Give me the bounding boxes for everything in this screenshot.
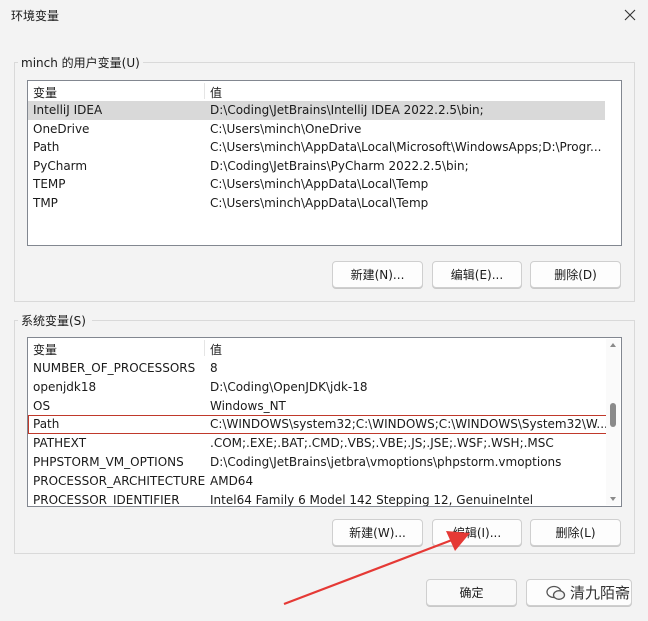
annotation-arrow-icon [283,531,470,606]
